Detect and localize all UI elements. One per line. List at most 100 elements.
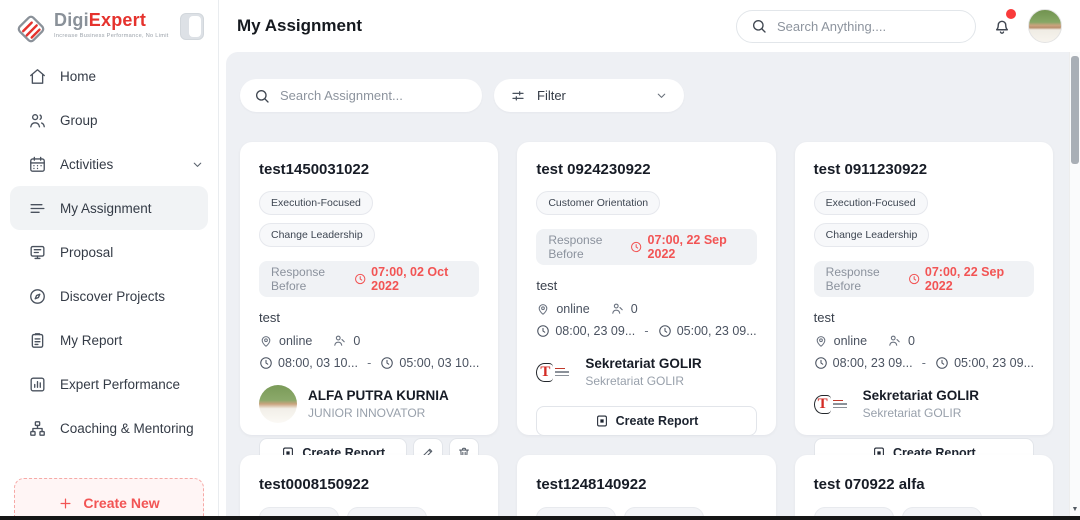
end-time: 05:00, 03 10... xyxy=(399,356,480,370)
assignment-list-icon xyxy=(28,199,47,218)
sidebar: DigiExpert Increase Business Performance… xyxy=(0,0,219,520)
filter-label: Filter xyxy=(537,88,566,103)
time-separator: - xyxy=(644,324,649,338)
calendar-icon xyxy=(28,155,47,174)
sidebar-item-label: Expert Performance xyxy=(60,376,181,392)
hierarchy-icon xyxy=(28,419,47,438)
clock-icon xyxy=(380,356,394,370)
digiexpert-logo-icon xyxy=(14,12,48,46)
response-before-bar: Response Before 07:00, 22 Sep 2022 xyxy=(813,261,1034,297)
sidebar-item-expert-performance[interactable]: Expert Performance xyxy=(0,362,218,406)
participants-icon xyxy=(887,333,902,348)
sidebar-item-group[interactable]: Group xyxy=(0,98,218,142)
sidebar-item-label: My Assignment xyxy=(60,200,152,216)
response-before-label: Response Before xyxy=(825,265,880,293)
assignment-description: test xyxy=(813,310,835,325)
user-avatar[interactable] xyxy=(1028,9,1062,43)
sidebar-nav: Home Group Activities My Assignment Prop… xyxy=(0,46,218,450)
sidebar-item-home[interactable]: Home xyxy=(0,54,218,98)
participants-icon xyxy=(610,301,625,316)
scrollbar-thumb[interactable] xyxy=(1071,56,1079,164)
assignment-title: test 070922 alfa xyxy=(813,476,925,493)
sidebar-item-label: Coaching & Mentoring xyxy=(60,420,194,436)
chevron-down-icon xyxy=(655,89,668,102)
filter-dropdown[interactable]: Filter xyxy=(494,79,684,112)
assignment-card: test1248140922 xyxy=(517,455,776,520)
clock-icon xyxy=(935,356,949,370)
assignment-title: test0008150922 xyxy=(259,476,370,493)
top-header: My Assignment xyxy=(219,0,1080,52)
scrollbar-down-arrow[interactable]: ▼ xyxy=(1070,506,1080,513)
assignment-title: test 0911230922 xyxy=(813,161,928,178)
end-time: 05:00, 23 09... xyxy=(676,324,757,338)
sidebar-item-label: Discover Projects xyxy=(60,288,166,304)
clock-icon xyxy=(259,356,273,370)
owner-name: ALFA PUTRA KURNIA xyxy=(308,388,449,403)
response-deadline: 07:00, 22 Sep 2022 xyxy=(647,233,727,261)
bar-chart-icon xyxy=(28,375,47,394)
sidebar-item-discover-projects[interactable]: Discover Projects xyxy=(0,274,218,318)
brand-tagline: Increase Business Performance, No Limit xyxy=(54,33,169,39)
sidebar-item-label: Proposal xyxy=(60,244,114,260)
vertical-scrollbar[interactable]: ▼ xyxy=(1069,52,1080,520)
logo-row: DigiExpert Increase Business Performance… xyxy=(0,0,218,46)
search-icon xyxy=(254,88,270,104)
assignment-card: test1450031022 Execution-Focused Change … xyxy=(240,142,499,468)
sidebar-collapse-toggle[interactable] xyxy=(180,13,204,40)
assignment-card-grid: test1450031022 Execution-Focused Change … xyxy=(240,142,1053,468)
group-icon xyxy=(28,111,47,130)
end-time: 05:00, 23 09... xyxy=(954,356,1034,370)
sliders-icon xyxy=(510,88,526,104)
location-pin-icon xyxy=(814,334,828,348)
competency-tag: Change Leadership xyxy=(259,223,375,247)
content-panel: Filter test1450031022 Execution-Focused … xyxy=(226,52,1080,520)
brand-name-red: Expert xyxy=(88,10,147,30)
plus-icon xyxy=(58,496,73,511)
sidebar-item-label: Activities xyxy=(60,156,114,172)
bell-icon xyxy=(995,20,1009,34)
response-deadline: 07:00, 22 Sep 2022 xyxy=(924,265,1005,293)
sidebar-item-coaching-mentoring[interactable]: Coaching & Mentoring xyxy=(0,406,218,450)
window-bottom-edge xyxy=(0,516,1080,520)
create-new-button[interactable]: Create New xyxy=(14,478,204,520)
sidebar-item-activities[interactable]: Activities xyxy=(0,142,218,186)
clock-icon xyxy=(814,356,828,370)
assignment-search-input[interactable] xyxy=(280,88,468,103)
global-search[interactable] xyxy=(736,9,976,43)
clock-icon xyxy=(658,324,672,338)
sidebar-item-proposal[interactable]: Proposal xyxy=(0,230,218,274)
start-time: 08:00, 23 09... xyxy=(832,356,913,370)
sidebar-item-my-assignment[interactable]: My Assignment xyxy=(10,186,208,230)
page-title: My Assignment xyxy=(237,16,363,35)
main-area: My Assignment Search Anything.... Search… xyxy=(219,0,1080,520)
create-new-label: Create New xyxy=(83,495,160,511)
assignment-search[interactable] xyxy=(240,79,482,112)
home-icon xyxy=(28,67,47,86)
response-before-bar: Response Before 07:00, 02 Oct 2022 xyxy=(259,261,480,297)
location-pin-icon xyxy=(536,302,550,316)
assignment-toolbar: Filter xyxy=(240,79,1053,112)
chevron-down-icon xyxy=(191,158,204,171)
location-pin-icon xyxy=(259,334,273,348)
participants-count: 0 xyxy=(908,333,915,348)
compass-icon xyxy=(28,287,47,306)
assignment-title: test 0924230922 xyxy=(536,161,651,178)
sidebar-item-my-report[interactable]: My Report xyxy=(0,318,218,362)
location-value: online xyxy=(279,333,313,348)
create-report-button[interactable]: Create Report xyxy=(536,406,757,436)
owner-logo: T xyxy=(813,385,852,423)
assignment-title: test1248140922 xyxy=(536,476,647,493)
global-search-input[interactable] xyxy=(777,18,961,34)
clock-icon xyxy=(908,273,919,285)
location-value: online xyxy=(833,333,868,348)
start-time: 08:00, 23 09... xyxy=(555,324,636,338)
response-before-label: Response Before xyxy=(271,265,326,293)
owner-name: Sekretariat GOLIR xyxy=(585,356,702,371)
competency-tag: Customer Orientation xyxy=(536,191,661,215)
brand-name-gray: Digi xyxy=(54,10,89,30)
assignment-description: test xyxy=(536,278,558,293)
response-deadline: 07:00, 02 Oct 2022 xyxy=(371,265,449,293)
notifications-button[interactable] xyxy=(992,9,1016,36)
clipboard-icon xyxy=(28,331,47,350)
response-before-label: Response Before xyxy=(548,233,603,261)
